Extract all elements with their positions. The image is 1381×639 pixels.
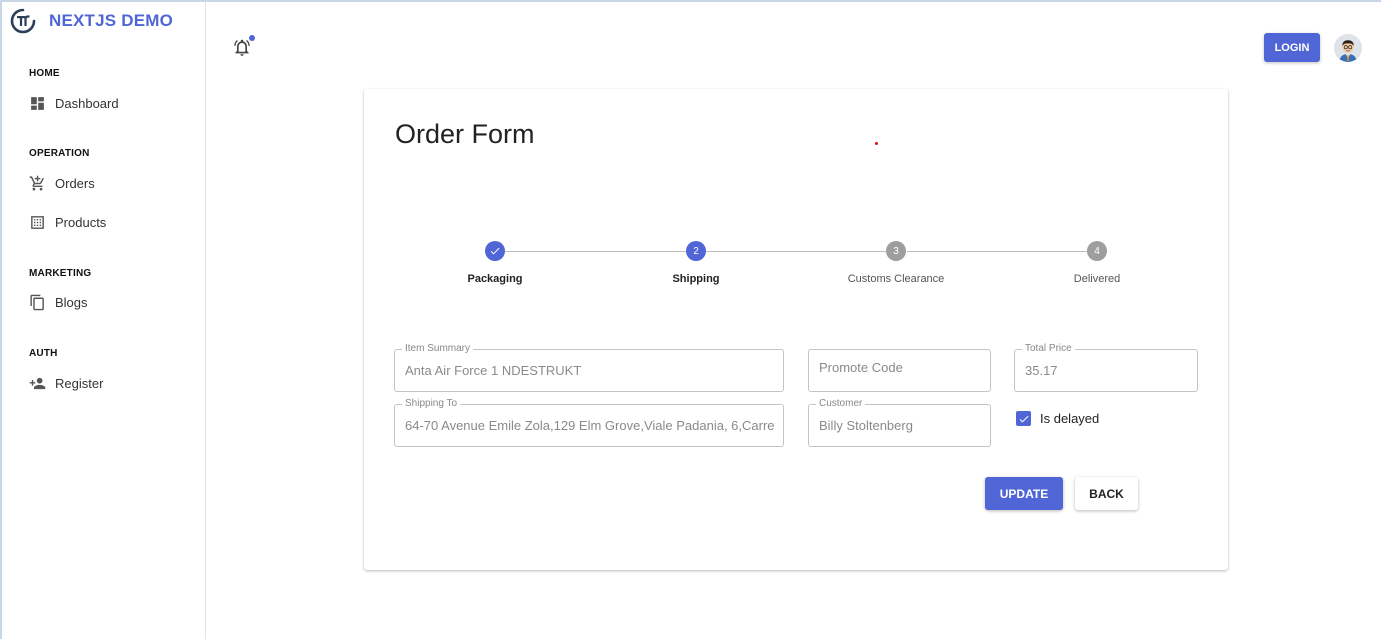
section-label-operation: OPERATION	[29, 148, 90, 159]
section-label-marketing: MARKETING	[29, 268, 92, 279]
total-price-label: Total Price	[1022, 343, 1075, 354]
checkbox-checked-icon[interactable]	[1016, 411, 1031, 426]
check-icon	[1019, 415, 1028, 422]
update-button[interactable]: UPDATE	[985, 477, 1063, 510]
notification-bell-icon[interactable]	[232, 38, 252, 58]
section-label-auth: AUTH	[29, 348, 58, 359]
item-summary-label: Item Summary	[402, 343, 474, 354]
step-label-customs: Customs Clearance	[847, 273, 945, 285]
sidebar-item-label: Orders	[55, 175, 95, 191]
step-2-circle[interactable]: 2	[686, 241, 706, 261]
avatar-image	[1334, 34, 1362, 62]
shipping-to-field[interactable]: Shipping To 64-70 Avenue Emile Zola,129 …	[394, 398, 784, 447]
order-form-card: Order Form 2 3 4 Packaging Shipping Cust…	[364, 89, 1228, 570]
sidebar-item-label: Blogs	[55, 294, 88, 310]
sidebar: NEXTJS DEMO HOME Dashboard OPERATION Ord…	[0, 0, 206, 639]
avatar[interactable]	[1334, 34, 1362, 62]
red-dot-marker	[875, 142, 878, 145]
brand-title: NEXTJS DEMO	[49, 11, 174, 30]
sidebar-item-label: Register	[55, 375, 104, 391]
total-price-value: 35.17	[1025, 363, 1058, 378]
total-price-field[interactable]: Total Price 35.17	[1014, 343, 1198, 392]
back-button[interactable]: BACK	[1075, 477, 1138, 510]
shipping-to-value: 64-70 Avenue Emile Zola,129 Elm Grove,Vi…	[405, 418, 775, 433]
is-delayed-label: Is delayed	[1040, 411, 1100, 426]
item-summary-value: Anta Air Force 1 NDESTRUKT	[405, 363, 582, 378]
customer-value: Billy Stoltenberg	[819, 418, 913, 433]
step-3-circle[interactable]: 3	[886, 241, 906, 261]
check-icon	[490, 247, 500, 255]
section-label-home: HOME	[29, 68, 60, 79]
customer-label: Customer	[816, 398, 866, 409]
sidebar-item-label: Dashboard	[55, 95, 119, 111]
sidebar-item-dashboard[interactable]: Dashboard	[29, 91, 119, 115]
cart-icon	[29, 175, 44, 191]
promote-code-field[interactable]	[808, 349, 991, 392]
notification-badge	[249, 35, 255, 41]
item-summary-field[interactable]: Item Summary Anta Air Force 1 NDESTRUKT	[394, 343, 784, 392]
customer-field[interactable]: Customer Billy Stoltenberg	[808, 398, 991, 447]
promote-code-input[interactable]	[819, 360, 979, 375]
is-delayed-checkbox[interactable]: Is delayed	[1016, 411, 1099, 426]
login-button[interactable]: LOGIN	[1264, 33, 1320, 62]
step-connector	[907, 251, 1087, 252]
person-add-icon	[29, 377, 46, 389]
step-1-check-icon[interactable]	[485, 241, 505, 261]
step-connector	[505, 251, 686, 252]
shipping-to-label: Shipping To	[402, 398, 461, 409]
logo-icon	[10, 8, 36, 34]
sidebar-item-register[interactable]: Register	[29, 371, 103, 395]
grid-icon	[31, 215, 44, 229]
step-label-shipping: Shipping	[672, 273, 720, 285]
copy-icon	[30, 294, 44, 310]
step-connector	[706, 251, 886, 252]
page-title: Order Form	[395, 119, 535, 149]
step-4-circle[interactable]: 4	[1087, 241, 1107, 261]
sidebar-item-blogs[interactable]: Blogs	[29, 290, 88, 314]
step-label-packaging: Packaging	[467, 273, 523, 285]
brand[interactable]: NEXTJS DEMO	[10, 8, 173, 34]
sidebar-item-products[interactable]: Products	[29, 210, 106, 234]
sidebar-item-orders[interactable]: Orders	[29, 171, 95, 195]
step-label-delivered: Delivered	[1073, 273, 1121, 285]
dashboard-icon	[31, 96, 44, 110]
sidebar-item-label: Products	[55, 214, 107, 230]
